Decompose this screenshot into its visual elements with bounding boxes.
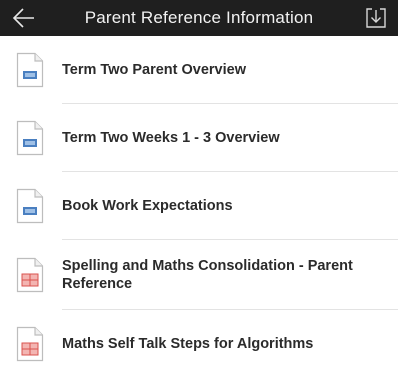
document-icon	[16, 120, 44, 156]
list-item-label: Maths Self Talk Steps for Algorithms	[62, 336, 314, 352]
list-item-label: Spelling and Maths Consolidation - Paren…	[62, 258, 353, 292]
document-icon	[16, 188, 44, 224]
list-item[interactable]: Term Two Weeks 1 - 3 Overview	[0, 104, 398, 172]
download-button[interactable]	[364, 6, 388, 30]
document-icon	[16, 52, 44, 88]
spreadsheet-icon	[16, 326, 44, 362]
download-icon	[366, 8, 386, 28]
list-item[interactable]: Maths Self Talk Steps for Algorithms	[0, 310, 398, 378]
app-header: Parent Reference Information	[0, 0, 398, 36]
back-button[interactable]	[10, 4, 38, 32]
list-item[interactable]: Term Two Parent Overview	[0, 36, 398, 104]
spreadsheet-icon	[16, 257, 44, 293]
list-item[interactable]: Spelling and Maths Consolidation - Paren…	[0, 240, 398, 310]
list-item[interactable]: Book Work Expectations	[0, 172, 398, 240]
list-item-label: Term Two Parent Overview	[62, 62, 246, 78]
page-title: Parent Reference Information	[84, 8, 314, 27]
file-list: Term Two Parent Overview Term Two Weeks …	[0, 36, 398, 378]
list-item-label: Term Two Weeks 1 - 3 Overview	[62, 130, 280, 146]
list-item-label: Book Work Expectations	[62, 198, 233, 214]
arrow-left-icon	[12, 8, 34, 28]
